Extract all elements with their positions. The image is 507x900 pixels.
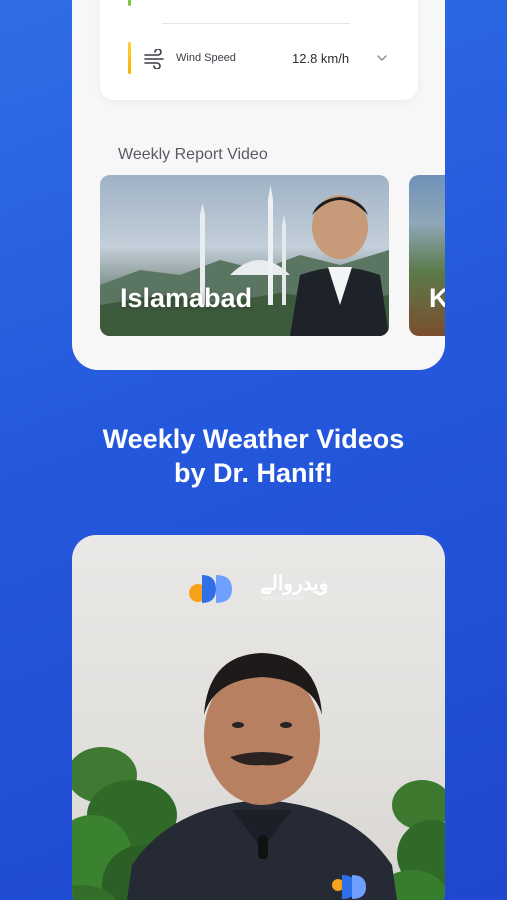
presenter-figure [127, 653, 397, 900]
promo-headline: Weekly Weather Videos by Dr. Hanif! [0, 422, 507, 490]
metric-indicator-bar [128, 0, 131, 6]
wind-speed-row[interactable]: Wind Speed 12.8 km/h [128, 42, 418, 76]
presenter-video[interactable]: ویدروالے weatherwalay [72, 535, 445, 900]
video-title: K [429, 283, 445, 313]
wind-speed-value: 12.8 km/h [292, 51, 350, 66]
metric-divider [162, 23, 350, 24]
video-card-islamabad[interactable]: Islamabad [100, 175, 389, 336]
chevron-down-icon[interactable] [376, 52, 388, 64]
brand-logo: ویدروالے weatherwalay [188, 567, 348, 607]
section-title: Weekly Report Video [118, 146, 268, 163]
headline-line-2: by Dr. Hanif! [173, 458, 334, 488]
brand-name: ویدروالے [260, 573, 329, 595]
wind-indicator-bar [128, 42, 131, 74]
weather-metrics-card: Wind Speed 12.8 km/h [100, 0, 418, 100]
headline-line-1: Weekly Weather Videos [102, 424, 405, 454]
wind-icon [144, 49, 164, 69]
brand-logo-mark [189, 575, 232, 603]
wind-speed-label: Wind Speed [176, 52, 236, 64]
video-card-next[interactable]: K [409, 175, 445, 336]
video-title: Islamabad [120, 283, 253, 313]
app-screen-card: Wind Speed 12.8 km/h Weekly Report Video… [72, 0, 445, 370]
brand-subtitle: weatherwalay [262, 595, 305, 602]
